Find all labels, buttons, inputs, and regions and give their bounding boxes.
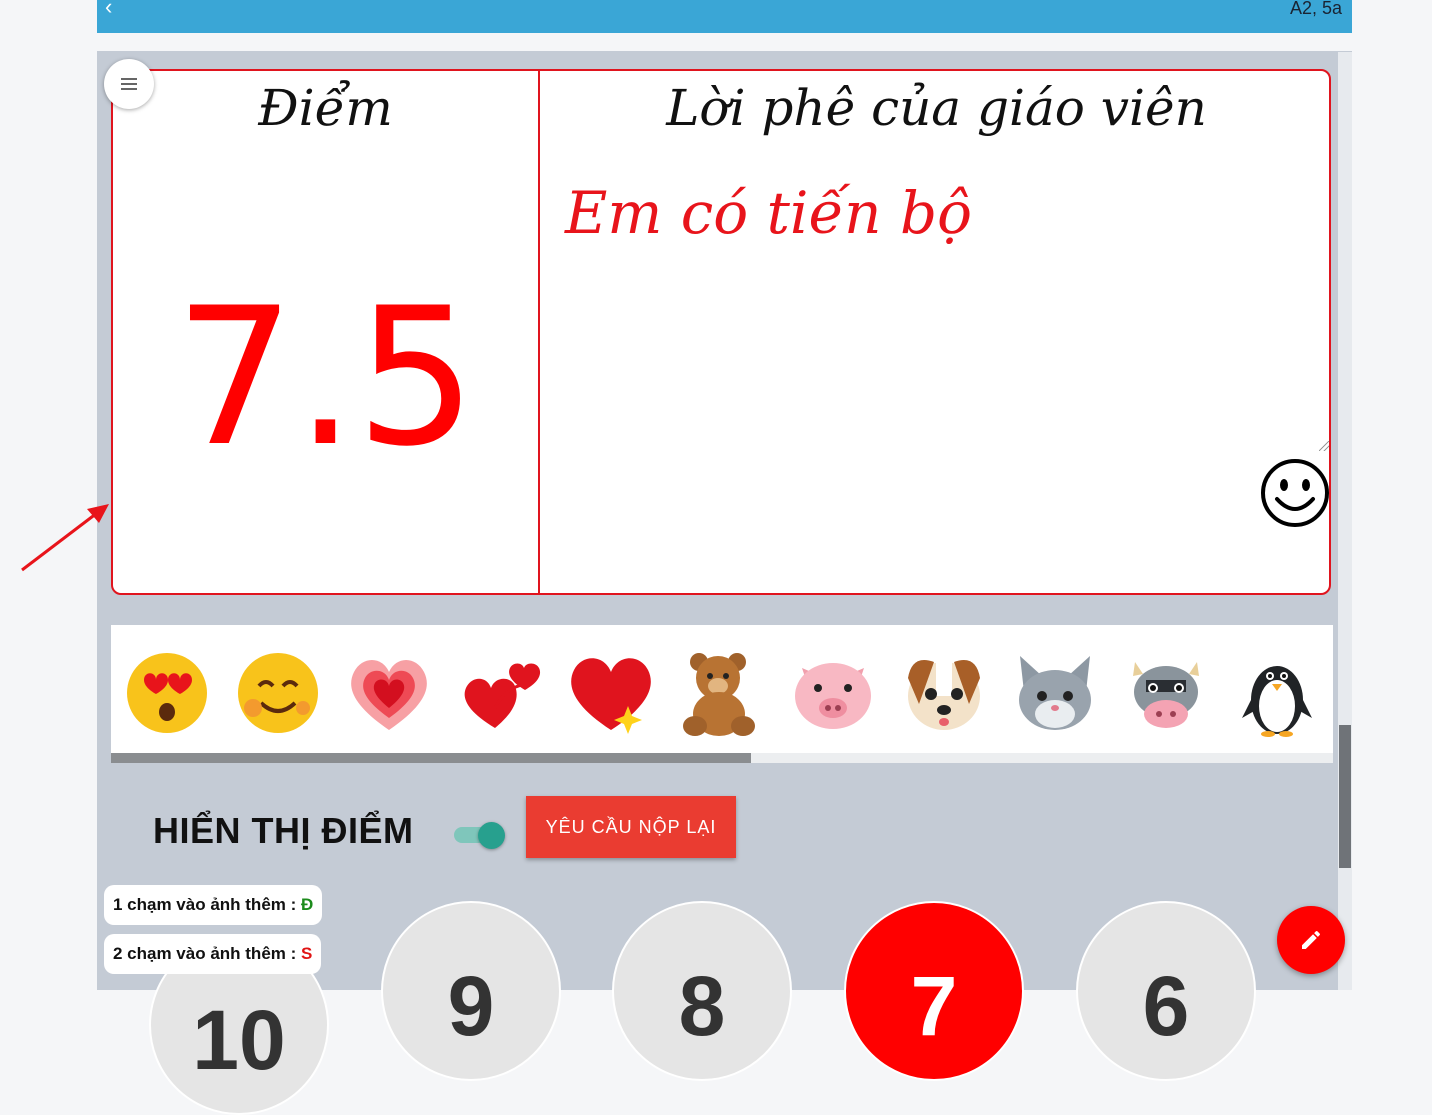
toggle-knob [478,822,505,849]
score-option-label: 6 [1142,959,1190,1053]
dog-face-icon[interactable] [899,648,989,738]
menu-icon [121,78,137,90]
penguin-icon[interactable] [1232,648,1322,738]
double-tap-hint-text: 2 chạm vào ảnh thêm : [113,944,297,963]
single-tap-hint-text: 1 chạm vào ảnh thêm : [113,895,297,914]
score-option-8[interactable]: 8 [612,901,792,1081]
smiling-face-hearts-icon[interactable] [233,648,323,738]
pig-face-icon[interactable] [788,648,878,738]
request-resubmit-button[interactable]: YÊU CẦU NỘP LẠI [526,796,736,858]
double-tap-hint: 2 chạm vào ảnh thêm : S [104,934,322,974]
pencil-icon [1302,930,1320,949]
cat-face-icon[interactable] [1010,648,1100,738]
resize-grip-icon[interactable] [1319,441,1329,451]
score-heading: Điểm [258,79,393,137]
page-scrollbar-thumb[interactable] [1339,725,1351,868]
two-hearts-icon[interactable] [455,648,545,738]
heart-eyes-face-icon[interactable] [122,648,212,738]
score-option-label: 9 [447,959,495,1053]
teddy-bear-icon[interactable] [677,648,767,738]
edit-button[interactable] [1277,906,1345,974]
score-option-9[interactable]: 9 [381,901,561,1081]
score-option-label: 8 [678,959,726,1053]
comment-heading: Lời phê của giáo viên [666,79,1207,137]
class-label: A2, 5a [1289,0,1342,18]
single-tap-hint: 1 chạm vào ảnh thêm : Đ [104,885,323,925]
chevron-left-icon[interactable]: ‹ [105,0,112,18]
cow-face-icon[interactable] [1121,648,1211,738]
correct-mark: Đ [301,895,314,914]
top-gap [97,33,1352,51]
sticker-strip[interactable] [111,625,1333,753]
smiley-icon[interactable] [1259,457,1331,529]
menu-button[interactable] [104,59,154,109]
score-value: 7.5 [174,267,477,488]
glowing-heart-icon[interactable] [344,648,434,738]
score-option-label: 7 [910,959,958,1053]
score-option-7[interactable]: 7 [844,901,1024,1081]
show-score-label: HIỂN THỊ ĐIỂM [153,810,414,851]
wrong-mark: S [301,944,313,963]
annotation-arrow-icon [21,504,109,572]
grade-card: Điểm 7.5 Lời phê của giáo viên Em có tiế… [111,69,1331,595]
sparkle-heart-icon[interactable] [566,648,656,738]
comment-text-area[interactable]: Em có tiến bộ [565,179,972,247]
card-divider [538,71,540,593]
sticker-scroll-thumb[interactable] [111,753,751,763]
top-bar: ‹ A2, 5a [97,0,1352,33]
score-option-6[interactable]: 6 [1076,901,1256,1081]
show-score-toggle[interactable] [452,820,508,850]
